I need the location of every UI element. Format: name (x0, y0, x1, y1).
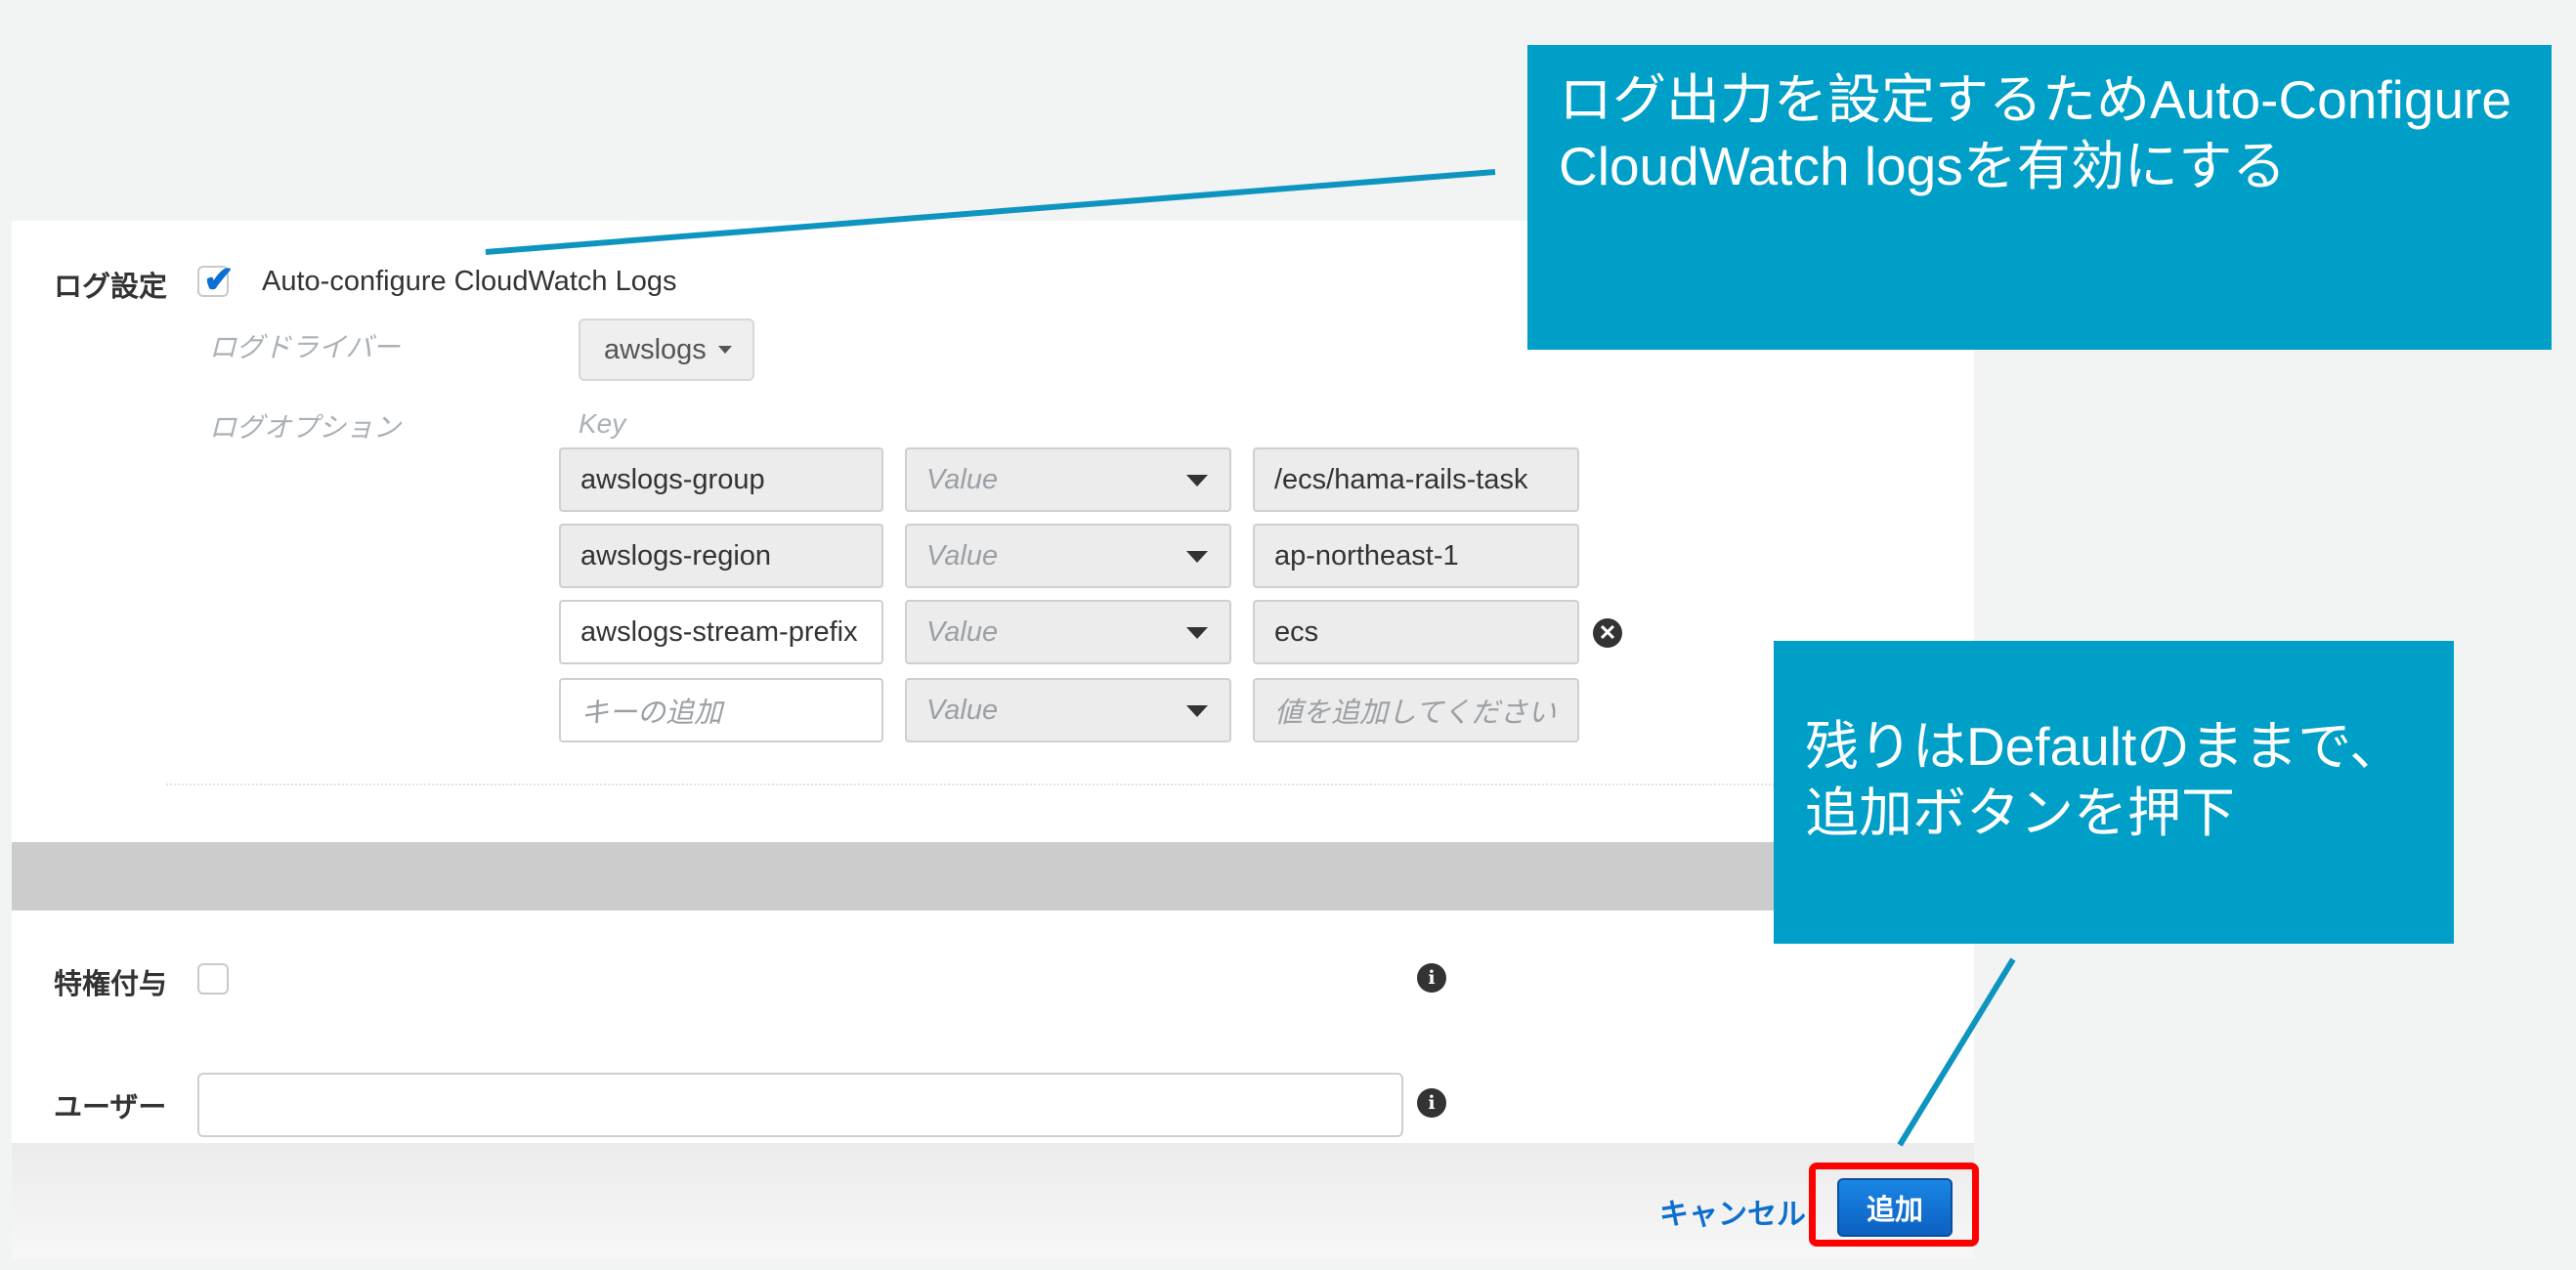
annotation-line-top (485, 169, 1496, 255)
callout-press-add: 残りはDefaultのままで、追加ボタンを押下 (1774, 641, 2454, 944)
callout-enable-cloudwatch: ログ出力を設定するためAuto-Configure CloudWatch log… (1527, 45, 2552, 350)
annotation-line-bottom (1897, 957, 2016, 1147)
